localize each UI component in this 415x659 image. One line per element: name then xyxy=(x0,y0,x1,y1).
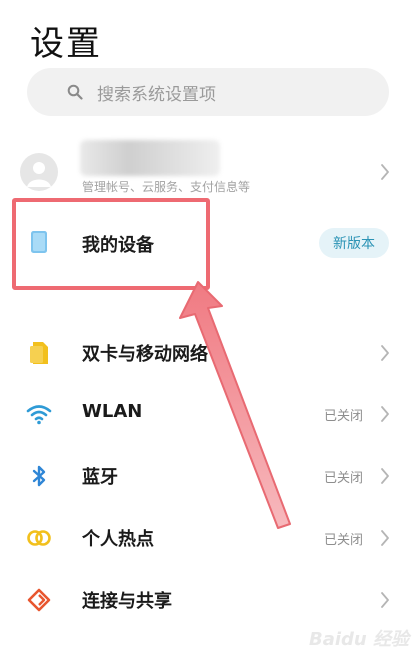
sim-label: 双卡与移动网络 xyxy=(82,344,208,365)
hotspot-icon xyxy=(26,525,52,551)
page-title: 设置 xyxy=(30,24,102,64)
wifi-icon xyxy=(26,401,52,427)
share-label: 连接与共享 xyxy=(82,591,172,612)
chevron-right-icon xyxy=(379,162,391,182)
watermark: Baidu 经验 xyxy=(308,629,409,650)
chevron-right-icon xyxy=(379,590,391,610)
bluetooth-label: 蓝牙 xyxy=(82,467,118,488)
sim-card-icon xyxy=(26,340,52,366)
avatar xyxy=(20,153,58,191)
settings-row-sim[interactable]: 双卡与移动网络 xyxy=(0,322,415,384)
search-icon xyxy=(67,84,83,100)
search-bar[interactable]: 搜索系统设置项 xyxy=(27,68,389,116)
bluetooth-status: 已关闭 xyxy=(323,471,363,486)
settings-row-hotspot[interactable]: 个人热点 已关闭 xyxy=(0,507,415,569)
hotspot-status: 已关闭 xyxy=(323,533,363,548)
search-placeholder: 搜索系统设置项 xyxy=(97,84,216,105)
settings-row-share[interactable]: 连接与共享 xyxy=(0,569,415,631)
new-version-badge: 新版本 xyxy=(319,228,389,258)
account-row[interactable]: 管理帐号、云服务、支付信息等 xyxy=(0,140,415,204)
account-subtitle: 管理帐号、云服务、支付信息等 xyxy=(82,180,251,194)
wlan-status: 已关闭 xyxy=(323,409,363,424)
settings-row-wlan[interactable]: WLAN 已关闭 xyxy=(0,383,415,445)
chevron-right-icon xyxy=(379,404,391,424)
chevron-right-icon xyxy=(379,343,391,363)
chevron-right-icon xyxy=(379,466,391,486)
wlan-label: WLAN xyxy=(82,401,143,422)
highlight-box xyxy=(12,198,210,290)
share-icon xyxy=(26,587,52,613)
bluetooth-icon xyxy=(26,463,52,489)
chevron-right-icon xyxy=(379,528,391,548)
hotspot-label: 个人热点 xyxy=(82,529,154,550)
account-name-blurred xyxy=(80,140,220,176)
settings-row-bluetooth[interactable]: 蓝牙 已关闭 xyxy=(0,445,415,507)
